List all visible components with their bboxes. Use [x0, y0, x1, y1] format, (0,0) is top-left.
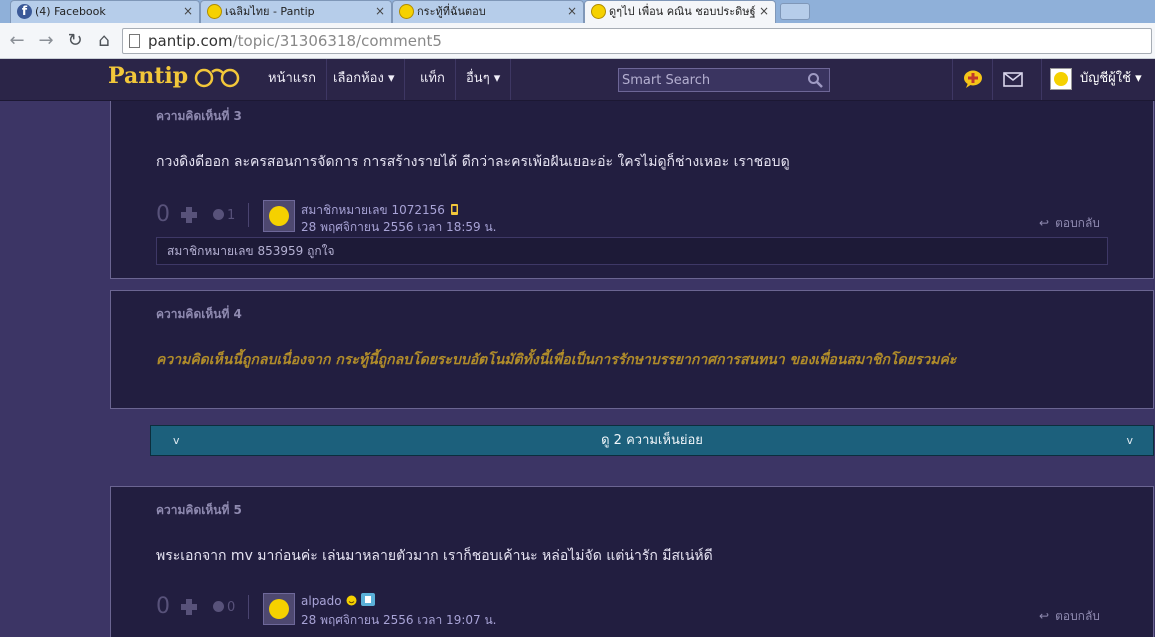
account-label: บัญชีผู้ใช้ ▾	[1080, 71, 1142, 86]
blogger-badge-icon	[360, 593, 375, 606]
search-input[interactable]	[619, 69, 805, 91]
vote-plus-button[interactable]	[179, 205, 199, 225]
page-icon	[129, 34, 140, 48]
comment-author[interactable]: alpado	[301, 593, 375, 608]
tab-title: กระทู้ที่ฉันตอบ	[417, 5, 486, 18]
address-url[interactable]: pantip.com/topic/31306318/comment5	[148, 32, 442, 50]
menu-rooms[interactable]: เลือกห้อง ▾	[323, 59, 406, 100]
smiley-badge-icon	[346, 595, 357, 606]
tab-chalermthai[interactable]: เฉลิมไทย - Pantip ×	[200, 0, 392, 23]
tab-my-replies[interactable]: กระทู้ที่ฉันตอบ ×	[392, 0, 584, 23]
user-avatar[interactable]	[263, 593, 295, 625]
comment-number: ความคิดเห็นที่ 5	[156, 503, 242, 517]
menu-home[interactable]: หน้าแรก	[258, 59, 327, 100]
mobile-badge-icon	[450, 204, 458, 215]
chevron-down-icon: v	[1126, 434, 1133, 447]
vote-count: 0	[156, 594, 170, 619]
comment-body: พระเอกจาก mv มาก่อนค่ะ เล่นมาหลายตัวมาก …	[156, 548, 713, 564]
tab-facebook[interactable]: f (4) Facebook ×	[10, 0, 200, 23]
deleted-notice: ความคิดเห็นนี้ถูกลบเนื่องจาก กระทู้นี้ถู…	[156, 352, 957, 368]
emotion-button[interactable]: 1	[213, 208, 235, 223]
smart-search	[618, 68, 830, 92]
comment-body: กวงดิงดีออก ละครสอนการจัดการ การสร้างราย…	[156, 154, 790, 170]
close-icon[interactable]: ×	[567, 1, 577, 22]
pantip-smiley-icon	[399, 4, 414, 19]
browser-tab-strip: f (4) Facebook × เฉลิมไทย - Pantip × กระ…	[0, 0, 1155, 23]
envelope-icon	[1003, 72, 1023, 87]
search-icon[interactable]	[807, 72, 823, 88]
emotion-button[interactable]: 0	[213, 600, 235, 615]
browser-toolbar: ← → ↻ ⌂ pantip.com/topic/31306318/commen…	[0, 23, 1155, 59]
forward-button[interactable]: →	[34, 29, 58, 53]
reply-button[interactable]: ↩ ตอบกลับ	[1039, 214, 1100, 233]
menu-tags[interactable]: แท็ก	[410, 59, 456, 100]
pantip-smiley-icon	[591, 4, 606, 19]
chat-plus-icon	[964, 70, 982, 88]
account-menu[interactable]: บัญชีผู้ใช้ ▾	[1041, 59, 1155, 100]
pantip-logo[interactable]: Pantip	[108, 63, 242, 89]
home-button[interactable]: ⌂	[92, 29, 116, 53]
vote-count: 0	[156, 202, 170, 227]
close-icon[interactable]: ×	[375, 1, 385, 22]
divider	[248, 203, 249, 227]
comment-date: 28 พฤศจิกายน 2556 เวลา 19:07 น.	[301, 613, 497, 627]
vote-plus-button[interactable]	[179, 597, 199, 617]
comment-3: ความคิดเห็นที่ 3 กวงดิงดีออก ละครสอนการจ…	[110, 101, 1154, 279]
comment-number: ความคิดเห็นที่ 3	[156, 109, 242, 123]
reply-arrow-icon: ↩	[1039, 609, 1050, 623]
comment-5: ความคิดเห็นที่ 5 พระเอกจาก mv มาก่อนค่ะ …	[110, 486, 1154, 637]
facebook-icon: f	[17, 4, 32, 19]
likes-box: สมาชิกหมายเลข 853959 ถูกใจ	[156, 237, 1108, 265]
comment-4: ความคิดเห็นที่ 4 ความคิดเห็นนี้ถูกลบเนื่…	[110, 290, 1154, 409]
view-subcomments-bar[interactable]: v ดู 2 ความเห็นย่อย v	[150, 425, 1154, 456]
tab-title: ดูๆไป เพื่อน คณิน ชอบประดิษฐ์	[609, 5, 756, 18]
emotion-icon	[213, 209, 224, 220]
divider	[248, 595, 249, 619]
pantip-smiley-icon	[207, 4, 222, 19]
close-icon[interactable]: ×	[183, 1, 193, 22]
menu-more[interactable]: อื่นๆ ▾	[456, 59, 512, 100]
new-topic-button[interactable]	[952, 59, 992, 100]
tab-title: เฉลิมไทย - Pantip	[225, 5, 315, 18]
reply-arrow-icon: ↩	[1039, 216, 1050, 230]
view-subcomments-label: ดู 2 ความเห็นย่อย	[601, 433, 703, 448]
address-bar[interactable]: pantip.com/topic/31306318/comment5	[122, 28, 1152, 54]
avatar	[1050, 68, 1072, 90]
emotion-icon	[213, 601, 224, 612]
pantip-logo-mark-icon	[194, 68, 240, 88]
user-avatar[interactable]	[263, 200, 295, 232]
tab-title: (4) Facebook	[35, 5, 106, 18]
tab-current-topic[interactable]: ดูๆไป เพื่อน คณิน ชอบประดิษฐ์ ×	[584, 0, 776, 23]
comment-number: ความคิดเห็นที่ 4	[156, 307, 242, 321]
messages-button[interactable]	[992, 59, 1032, 100]
site-header: Pantip หน้าแรก เลือกห้อง ▾ แท็ก อื่นๆ ▾ …	[0, 59, 1155, 101]
back-button[interactable]: ←	[5, 29, 29, 53]
new-tab-button[interactable]	[780, 3, 810, 20]
reload-button[interactable]: ↻	[63, 29, 87, 53]
reply-button[interactable]: ↩ ตอบกลับ	[1039, 607, 1100, 626]
close-icon[interactable]: ×	[755, 1, 769, 22]
comment-date: 28 พฤศจิกายน 2556 เวลา 18:59 น.	[301, 220, 497, 234]
